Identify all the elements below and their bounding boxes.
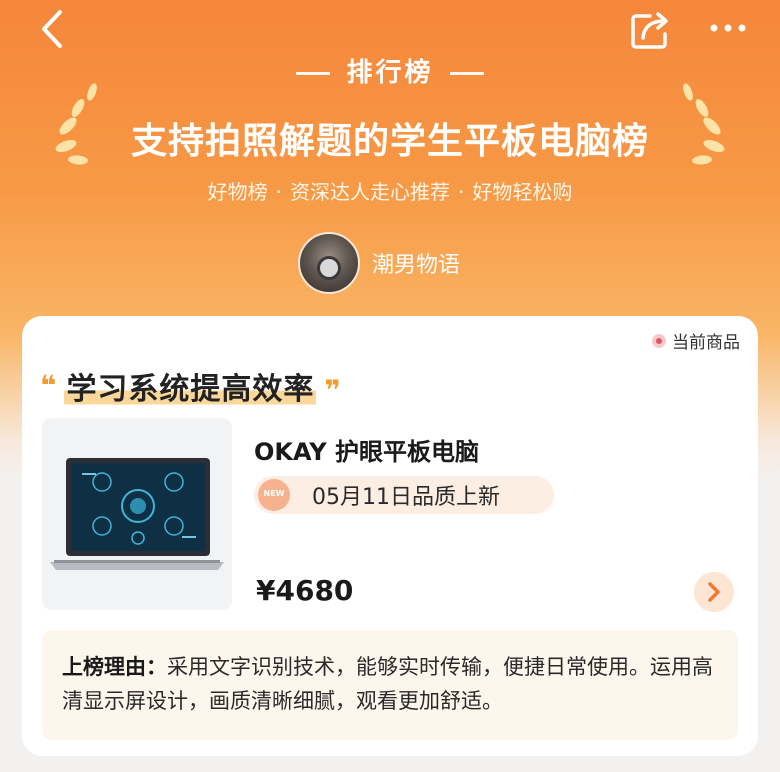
ranking-badge-label: 排行榜: [346, 58, 434, 88]
product-price: ¥4680: [256, 574, 354, 607]
product-card: 当前商品 ❝ 学习系统提高效率 ❞ OKAY 护眼平板电脑 05月11日品质上新…: [22, 316, 758, 756]
product-detail-button[interactable]: [694, 572, 734, 612]
tagline-item: 资深达人走心推荐: [290, 180, 450, 204]
tagline-separator: ·: [458, 180, 465, 204]
current-product-tag: 当前商品: [652, 328, 740, 353]
quality-badge: 05月11日品质上新: [254, 476, 554, 514]
more-options-button[interactable]: [704, 10, 752, 46]
ranking-badge: 排行榜: [0, 52, 780, 89]
avatar[interactable]: [298, 232, 360, 294]
list-title: 支持拍照解题的学生平板电脑榜: [130, 121, 649, 162]
quality-text: 05月11日品质上新: [312, 485, 500, 510]
tagline-separator: ·: [275, 180, 282, 204]
open-quote-icon: ❝: [40, 369, 57, 402]
reason-label: 上榜理由：: [62, 655, 167, 679]
product-image[interactable]: [42, 418, 232, 610]
close-quote-icon: ❞: [324, 374, 341, 407]
section-title-text: 学习系统提高效率: [64, 364, 317, 408]
author-profile[interactable]: 潮男物语: [298, 232, 460, 294]
watch-icon: [317, 256, 341, 280]
tagline-item: 好物榜: [207, 180, 268, 204]
current-product-label: 当前商品: [672, 333, 740, 353]
tagline-item: 好物轻松购: [472, 180, 573, 204]
author-name[interactable]: 潮男物语: [372, 247, 460, 279]
section-title: ❝ 学习系统提高效率 ❞: [40, 364, 341, 408]
product-name[interactable]: OKAY 护眼平板电脑: [254, 432, 479, 467]
tagline: 好物榜 · 资深达人走心推荐 · 好物轻松购: [0, 176, 780, 205]
current-dot-icon: [652, 333, 666, 348]
back-button[interactable]: [34, 8, 70, 50]
new-badge-icon: [258, 479, 290, 511]
ranking-reason: 上榜理由：采用文字识别技术，能够实时传输，便捷日常使用。运用高清显示屏设计，画质…: [42, 630, 738, 740]
share-button[interactable]: [628, 8, 674, 52]
left-dash: [296, 72, 331, 75]
right-dash: [449, 72, 484, 75]
